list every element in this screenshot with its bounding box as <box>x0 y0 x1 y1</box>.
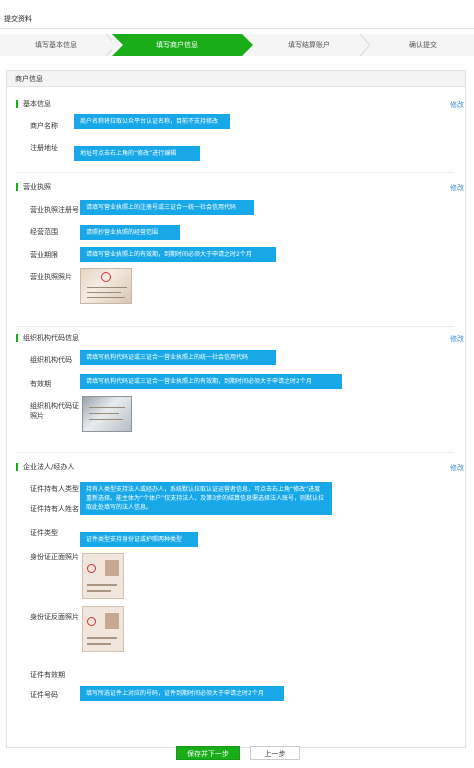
seal-icon <box>87 564 96 573</box>
license-number-label: 营业执照注册号 <box>30 206 79 214</box>
section-title-basic: 基本信息 <box>16 100 51 108</box>
step-progress-bar: 填写基本信息 填写商户信息 填写结算账户 确认提交 <box>0 34 474 56</box>
seal-icon <box>87 617 96 626</box>
id-back-label: 身份证反面照片 <box>30 613 79 621</box>
cert-number-tip: 填写所选证件上对应的号码，证件到期时间必须大于申请之时2个月 <box>80 686 284 701</box>
panel-title: 商户信息 <box>7 71 465 87</box>
license-photo-thumbnail[interactable] <box>80 268 132 304</box>
page-title: 提交资料 <box>4 15 32 23</box>
section-title-license: 营业执照 <box>16 183 51 191</box>
step-separator <box>360 34 371 56</box>
holder-name-label: 证件持有人姓名 <box>30 505 79 513</box>
merchant-name-tip: 商户名称将拉取公众平台认证名称，目前不支持修改 <box>74 114 230 129</box>
save-next-button[interactable]: 保存并下一步 <box>176 746 240 760</box>
step-active-arrow <box>242 34 253 56</box>
edit-license-link[interactable]: 修改 <box>450 183 464 193</box>
edit-orgcode-link[interactable]: 修改 <box>450 334 464 344</box>
section-title-orgcode: 组织机构代码信息 <box>16 334 79 342</box>
section-divider <box>16 452 454 453</box>
business-scope-label: 经营范围 <box>30 228 58 236</box>
business-period-label: 营业期限 <box>30 251 58 259</box>
edit-legal-link[interactable]: 修改 <box>450 463 464 473</box>
id-back-photo-thumbnail[interactable] <box>82 606 124 652</box>
section-divider <box>16 326 454 327</box>
org-valid-label: 有效期 <box>30 380 51 388</box>
seal-icon <box>101 272 111 282</box>
edit-basic-link[interactable]: 修改 <box>450 100 464 110</box>
holder-type-label: 证件持有人类型 <box>30 485 79 493</box>
step-basic-info: 填写基本信息 <box>35 41 77 49</box>
holder-tip: 持有人类型支持法人或经办人，系统默认拉取认证运营者信息，可点击右上角“修改”进度… <box>80 482 332 515</box>
step-confirm-submit: 确认提交 <box>409 41 437 49</box>
previous-step-button[interactable]: 上一步 <box>250 746 300 760</box>
business-scope-tip: 请照抄营业执照的经营范围 <box>80 225 180 240</box>
address-label: 注册地址 <box>30 144 58 152</box>
address-tip: 地址可点击右上角的“修改”进行编辑 <box>74 146 200 161</box>
title-divider <box>0 28 474 29</box>
license-number-tip: 请填写营业执照上的注册号或三证合一统一社会信用代码 <box>80 200 254 215</box>
org-valid-tip: 请填写机构代码证或三证合一营业执照上的有效期，到期时间必须大于申请之时2个月 <box>80 374 342 389</box>
org-code-tip: 请填写机构代码证或三证合一营业执照上的统一社会信用代码 <box>80 350 276 365</box>
section-divider <box>16 172 454 173</box>
step-settlement-account: 填写结算账户 <box>288 41 330 49</box>
cert-number-label: 证件号码 <box>30 691 58 699</box>
cert-type-tip: 证件类型支持身份证或护照两种类型 <box>80 532 198 547</box>
orgcode-photo-thumbnail[interactable] <box>82 396 132 432</box>
cert-type-label: 证件类型 <box>30 529 58 537</box>
org-photo-label: 组织机构代码证 <box>30 402 79 410</box>
org-code-label: 组织机构代码 <box>30 356 72 364</box>
merchant-name-label: 商户名称 <box>30 122 58 130</box>
business-period-tip: 请填写营业执照上的有效期，到期时间必须大于申请之时2个月 <box>80 247 276 262</box>
license-photo-label: 营业执照照片 <box>30 273 72 281</box>
id-front-label: 身份证正面照片 <box>30 553 79 561</box>
step-merchant-info: 填写商户信息 <box>112 34 242 56</box>
section-title-legal: 企业法人/经办人 <box>16 463 74 471</box>
cert-valid-label: 证件有效期 <box>30 671 65 679</box>
id-front-photo-thumbnail[interactable] <box>82 553 124 599</box>
org-photo-label-2: 照片 <box>30 412 44 420</box>
step-active-notch <box>112 34 123 56</box>
